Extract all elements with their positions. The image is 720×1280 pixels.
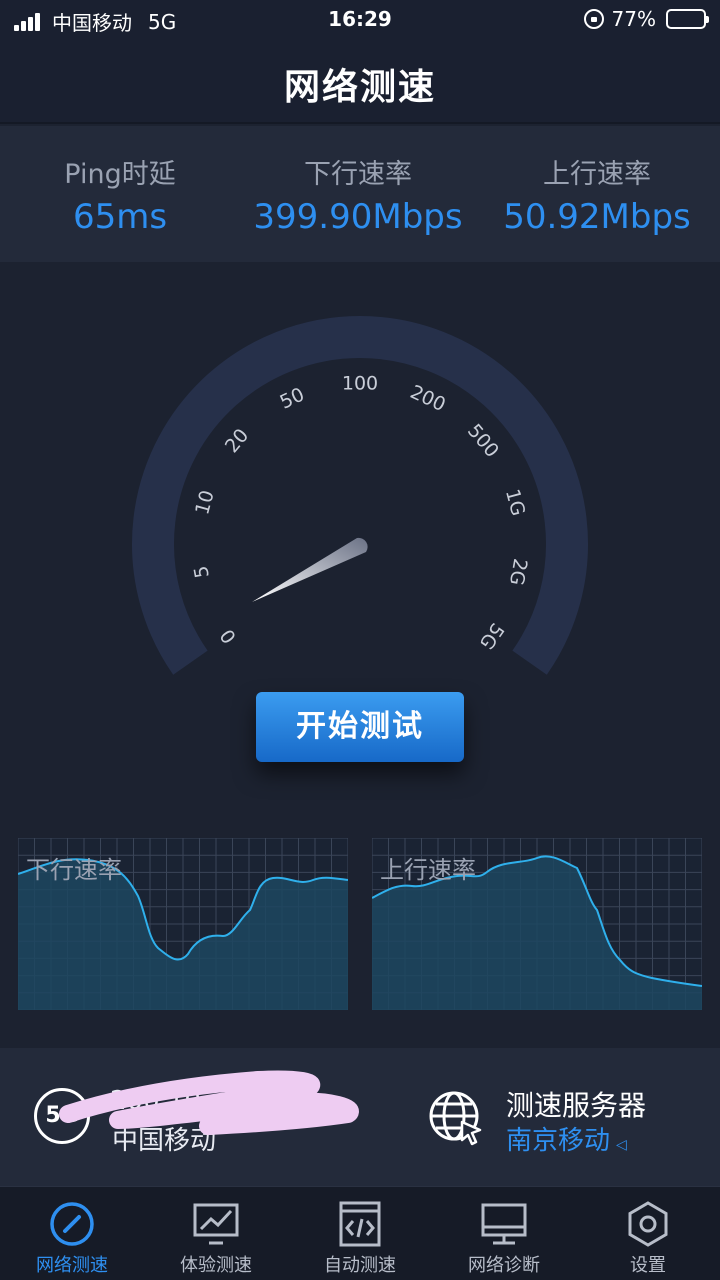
speedometer-icon bbox=[50, 1202, 94, 1246]
server-title: 测速服务器 bbox=[506, 1089, 647, 1122]
tab-label: 自动测速 bbox=[324, 1255, 396, 1276]
speed-stats: Ping时延 65ms 下行速率 399.90Mbps 上行速率 50.92Mb… bbox=[0, 126, 720, 262]
upload-label: 上行速率 bbox=[543, 159, 651, 190]
redaction-scribble bbox=[59, 1070, 359, 1135]
gauge-tick-label: 2G bbox=[505, 557, 531, 587]
globe-icon bbox=[429, 1091, 482, 1146]
code-window-icon bbox=[339, 1201, 381, 1247]
download-value: 399.90Mbps bbox=[253, 197, 463, 237]
tab-network-diagnosis[interactable]: 网络诊断 bbox=[432, 1187, 576, 1280]
download-label: 下行速率 bbox=[304, 159, 412, 190]
monitor-icon bbox=[481, 1203, 527, 1245]
status-right: 77% bbox=[583, 7, 709, 31]
tab-label: 网络诊断 bbox=[468, 1255, 540, 1276]
rotation-lock-icon bbox=[583, 9, 604, 29]
gauge-tick-label: 10 bbox=[191, 488, 219, 517]
gauge-tick-label: 20 bbox=[221, 425, 253, 458]
gauge-tick-label: 500 bbox=[463, 420, 503, 462]
gauge-needle bbox=[252, 537, 368, 602]
ping-value: 65ms bbox=[72, 197, 168, 237]
tab-settings[interactable]: 设置 bbox=[576, 1187, 720, 1280]
caret-left-icon: ◁ bbox=[616, 1137, 627, 1153]
tab-label: 体验测速 bbox=[180, 1255, 252, 1276]
page-title: 网络测速 bbox=[283, 67, 436, 108]
status-bar: 中国移动 5G 16:29 77% bbox=[0, 0, 720, 40]
server-name: 南京移动 bbox=[506, 1126, 611, 1156]
tab-auto-speed[interactable]: 自动测速 bbox=[288, 1187, 432, 1280]
ping-label: Ping时延 bbox=[64, 159, 176, 190]
header: 网络测速 bbox=[0, 40, 720, 124]
gauge-tick-label: 200 bbox=[407, 381, 449, 416]
tab-label: 设置 bbox=[630, 1255, 666, 1276]
battery-icon bbox=[666, 9, 709, 29]
upload-stat: 上行速率 50.92Mbps bbox=[494, 152, 700, 237]
ping-stat: Ping时延 65ms bbox=[40, 152, 200, 237]
download-chart-label: 下行速率 bbox=[26, 856, 122, 884]
server-selector[interactable]: 南京移动 ◁ bbox=[506, 1120, 627, 1157]
gauge-tick-label: 5 bbox=[190, 564, 214, 580]
tab-experience-speed[interactable]: 体验测速 bbox=[144, 1187, 288, 1280]
download-stat: 下行速率 399.90Mbps bbox=[240, 152, 476, 237]
tab-bar: 网络测速 体验测速 自动测速 网络诊断 设置 bbox=[0, 1186, 720, 1280]
upload-value: 50.92Mbps bbox=[503, 197, 691, 237]
gauge-tick-label: 0 bbox=[216, 625, 241, 648]
tab-label: 网络测速 bbox=[36, 1255, 108, 1276]
gauge-tick-label: 100 bbox=[342, 373, 378, 395]
gauge-tick-label: 1G bbox=[501, 487, 529, 519]
gauge-tick-label: 5G bbox=[475, 619, 508, 654]
gear-hexagon-icon bbox=[628, 1201, 668, 1247]
upload-chart: 上行速率 bbox=[372, 838, 702, 1010]
start-test-button[interactable]: 开始测试 bbox=[256, 692, 464, 762]
upload-chart-label: 上行速率 bbox=[380, 856, 476, 884]
gauge-svg: 0 5 10 20 50 100 200 500 1G 2G 5G bbox=[132, 316, 588, 675]
tab-network-speed[interactable]: 网络测速 bbox=[0, 1187, 144, 1280]
gauge-tick-labels: 0 5 10 20 50 100 200 500 1G 2G 5G bbox=[190, 373, 531, 654]
gauge-tick-label: 50 bbox=[277, 383, 308, 413]
download-chart: 下行速率 bbox=[18, 838, 348, 1010]
battery-percent: 77% bbox=[611, 7, 656, 31]
chart-monitor-icon bbox=[193, 1203, 239, 1245]
